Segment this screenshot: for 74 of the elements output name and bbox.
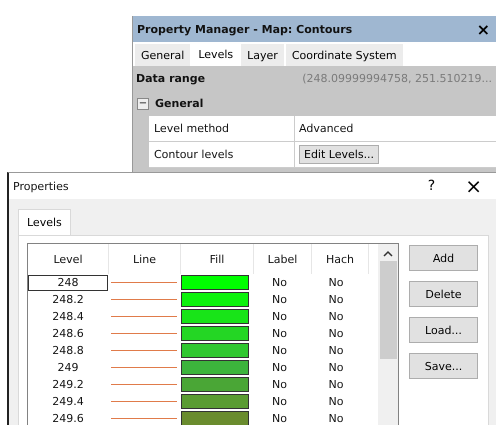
table-cell[interactable]: No (251, 308, 308, 324)
property-label: Level method (149, 116, 295, 141)
close-button[interactable]: × (465, 174, 482, 198)
table-cell[interactable]: No (251, 394, 308, 410)
table-cell[interactable]: No (308, 410, 364, 425)
dialog-button[interactable]: Save... (409, 353, 478, 379)
level-cell[interactable]: 248.8 (28, 342, 108, 358)
property-value: (248.09999994758, 251.510219... (302, 72, 493, 85)
fill-swatch[interactable] (181, 292, 249, 307)
fill-swatch[interactable] (181, 309, 249, 324)
column-header[interactable]: Line (109, 244, 181, 274)
line-swatch[interactable] (110, 316, 176, 317)
dialog-title: Properties (13, 180, 70, 192)
close-button[interactable]: × (474, 20, 492, 38)
fill-swatch[interactable] (181, 326, 249, 341)
tab[interactable]: Coordinate System (286, 44, 403, 66)
table-cell[interactable]: No (308, 360, 364, 376)
fill-swatch[interactable] (181, 394, 249, 409)
panel-title: Property Manager - Map: Contours (137, 22, 354, 36)
line-swatch[interactable] (110, 384, 176, 385)
table-cell[interactable]: No (308, 292, 364, 308)
help-button[interactable]: ? (428, 178, 436, 194)
tab[interactable]: Layer (241, 44, 284, 66)
column-header[interactable]: Label (254, 244, 312, 274)
table-cell[interactable]: No (251, 274, 308, 290)
level-cell[interactable]: 248.4 (28, 308, 108, 324)
fill-swatch[interactable] (181, 275, 249, 290)
table-cell[interactable]: No (251, 376, 308, 392)
table-cell[interactable]: No (251, 292, 308, 308)
tab[interactable]: Levels (18, 209, 71, 235)
level-cell[interactable]: 248 (28, 274, 108, 290)
property-label: Data range (136, 72, 206, 85)
fill-swatch[interactable] (181, 377, 249, 392)
table-cell[interactable]: No (251, 326, 308, 342)
scroll-up-icon[interactable] (383, 250, 393, 257)
tab[interactable]: General (135, 44, 190, 66)
line-swatch[interactable] (110, 333, 176, 334)
fill-swatch[interactable] (181, 411, 249, 425)
line-swatch[interactable] (110, 367, 176, 368)
fill-swatch[interactable] (181, 360, 249, 375)
property-value: Advanced (298, 121, 354, 137)
dialog-button[interactable]: Add (409, 245, 478, 271)
edit-levels-button[interactable]: Edit Levels... (299, 145, 380, 164)
column-header[interactable]: Hach (312, 244, 369, 274)
table-cell[interactable]: No (251, 410, 308, 425)
line-swatch[interactable] (110, 299, 176, 300)
level-cell[interactable]: 249.4 (28, 394, 108, 410)
table-cell[interactable]: No (251, 342, 308, 358)
table-cell[interactable]: No (251, 360, 308, 376)
column-header[interactable]: Level (28, 244, 109, 274)
dialog-button[interactable]: Load... (409, 317, 478, 343)
table-cell[interactable]: No (308, 376, 364, 392)
line-swatch[interactable] (110, 418, 176, 419)
scrollbar[interactable] (378, 244, 398, 425)
line-swatch[interactable] (110, 350, 176, 351)
level-cell[interactable]: 248.2 (28, 292, 108, 308)
level-cell[interactable]: 249 (28, 360, 108, 376)
level-cell[interactable]: 249.6 (28, 410, 108, 425)
column-header[interactable]: Fill (181, 244, 254, 274)
line-swatch[interactable] (110, 282, 176, 283)
dialog-button[interactable]: Delete (409, 281, 478, 307)
fill-swatch[interactable] (181, 343, 249, 358)
table-cell[interactable]: No (308, 274, 364, 290)
table-cell[interactable]: No (308, 394, 364, 410)
collapse-toggle[interactable]: − (137, 98, 149, 110)
table-cell[interactable]: No (308, 326, 364, 342)
level-cell[interactable]: 249.2 (28, 376, 108, 392)
table-cell[interactable]: No (308, 342, 364, 358)
line-swatch[interactable] (110, 401, 176, 402)
level-cell[interactable]: 248.6 (28, 326, 108, 342)
scrollbar-thumb[interactable] (380, 261, 396, 359)
property-label: Contour levels (149, 142, 295, 167)
table-cell[interactable]: No (308, 308, 364, 324)
group-label: General (155, 97, 204, 110)
